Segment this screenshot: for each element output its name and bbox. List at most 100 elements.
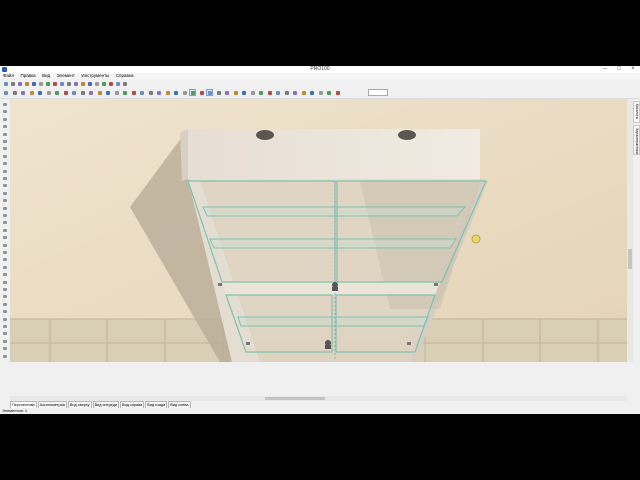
selection-handle[interactable] <box>471 234 481 244</box>
left-tool-icon[interactable] <box>2 169 8 174</box>
open-icon[interactable] <box>11 89 18 96</box>
left-tool-icon[interactable] <box>2 206 8 211</box>
print-icon[interactable] <box>232 89 239 96</box>
select-icon[interactable] <box>72 80 79 87</box>
print-icon[interactable] <box>28 89 35 96</box>
delete-icon[interactable] <box>79 89 86 96</box>
left-tool-icon[interactable] <box>2 294 8 299</box>
texture-icon[interactable] <box>164 89 171 96</box>
left-tool-icon[interactable] <box>2 354 8 359</box>
left-tool-icon[interactable] <box>2 243 8 248</box>
view-icon[interactable] <box>334 89 341 96</box>
open-icon[interactable] <box>215 89 222 96</box>
left-tool-icon[interactable] <box>2 250 8 255</box>
open-icon[interactable] <box>9 80 16 87</box>
left-tool-icon[interactable] <box>2 346 8 351</box>
new-icon[interactable] <box>206 89 213 96</box>
report-icon[interactable] <box>198 89 205 96</box>
left-tool-icon[interactable] <box>2 331 8 336</box>
zoom-combo[interactable] <box>368 89 388 96</box>
light-icon[interactable] <box>155 89 162 96</box>
3d-viewport[interactable] <box>10 99 627 362</box>
undo-icon[interactable] <box>30 80 37 87</box>
rotate-icon[interactable] <box>86 80 93 87</box>
left-tool-icon[interactable] <box>2 146 8 151</box>
walk-icon[interactable] <box>181 89 188 96</box>
move-icon[interactable] <box>300 89 307 96</box>
view-icon[interactable] <box>107 80 114 87</box>
left-tool-icon[interactable] <box>2 191 8 196</box>
cut-icon[interactable] <box>53 89 60 96</box>
select-icon[interactable] <box>87 89 94 96</box>
grid-icon[interactable] <box>317 89 324 96</box>
redo-icon[interactable] <box>37 80 44 87</box>
left-tool-icon[interactable] <box>2 317 8 322</box>
new-icon[interactable] <box>2 80 9 87</box>
left-tool-icon[interactable] <box>2 220 8 225</box>
left-tool-icon[interactable] <box>2 132 8 137</box>
zoom-in-icon[interactable] <box>138 89 145 96</box>
render-icon[interactable] <box>325 89 332 96</box>
left-tool-icon[interactable] <box>2 309 8 314</box>
tab-properties[interactable]: Характеристики <box>633 125 640 155</box>
zoom-in-icon[interactable] <box>114 80 121 87</box>
cut-icon[interactable] <box>257 89 264 96</box>
left-tool-icon[interactable] <box>2 287 8 292</box>
paste-icon[interactable] <box>70 89 77 96</box>
undo-icon[interactable] <box>240 89 247 96</box>
left-tool-icon[interactable] <box>2 280 8 285</box>
zoom-out-icon[interactable] <box>121 80 128 87</box>
left-tool-icon[interactable] <box>2 257 8 262</box>
left-tool-icon[interactable] <box>2 102 8 107</box>
view-icon[interactable] <box>130 89 137 96</box>
left-tool-icon[interactable] <box>2 213 8 218</box>
grid-icon[interactable] <box>113 89 120 96</box>
new-icon[interactable] <box>2 89 9 96</box>
measure-icon[interactable] <box>189 89 196 96</box>
render-icon[interactable] <box>100 80 107 87</box>
save-icon[interactable] <box>16 80 23 87</box>
move-icon[interactable] <box>96 89 103 96</box>
save-icon[interactable] <box>223 89 230 96</box>
copy-icon[interactable] <box>62 89 69 96</box>
left-tool-icon[interactable] <box>2 272 8 277</box>
cut-icon[interactable] <box>44 80 51 87</box>
left-tool-icon[interactable] <box>2 228 8 233</box>
save-icon[interactable] <box>19 89 26 96</box>
redo-icon[interactable] <box>45 89 52 96</box>
rotate-icon[interactable] <box>104 89 111 96</box>
left-tool-icon[interactable] <box>2 339 8 344</box>
select-icon[interactable] <box>291 89 298 96</box>
delete-icon[interactable] <box>283 89 290 96</box>
left-tool-icon[interactable] <box>2 324 8 329</box>
zoom-out-icon[interactable] <box>147 89 154 96</box>
delete-icon[interactable] <box>65 80 72 87</box>
left-tool-icon[interactable] <box>2 139 8 144</box>
tab-catalogs[interactable]: Каталоги <box>633 101 640 123</box>
left-tool-icon[interactable] <box>2 124 8 129</box>
left-tool-icon[interactable] <box>2 176 8 181</box>
rotate-icon[interactable] <box>308 89 315 96</box>
left-tool-icon[interactable] <box>2 161 8 166</box>
move-icon[interactable] <box>79 80 86 87</box>
left-tool-icon[interactable] <box>2 265 8 270</box>
left-tool-icon[interactable] <box>2 109 8 114</box>
paste-icon[interactable] <box>274 89 281 96</box>
undo-icon[interactable] <box>36 89 43 96</box>
left-tool-icon[interactable] <box>2 117 8 122</box>
camera-icon[interactable] <box>172 89 179 96</box>
scroll-thumb[interactable] <box>265 397 325 400</box>
maximize-button[interactable]: □ <box>612 66 626 73</box>
left-tool-icon[interactable] <box>2 302 8 307</box>
minimize-button[interactable]: – <box>598 66 612 73</box>
close-button[interactable]: × <box>626 66 640 73</box>
left-tool-icon[interactable] <box>2 154 8 159</box>
left-tool-icon[interactable] <box>2 183 8 188</box>
print-icon[interactable] <box>23 80 30 87</box>
copy-icon[interactable] <box>51 80 58 87</box>
copy-icon[interactable] <box>266 89 273 96</box>
left-tool-icon[interactable] <box>2 235 8 240</box>
render-icon[interactable] <box>121 89 128 96</box>
paste-icon[interactable] <box>58 80 65 87</box>
scroll-thumb[interactable] <box>628 249 632 269</box>
